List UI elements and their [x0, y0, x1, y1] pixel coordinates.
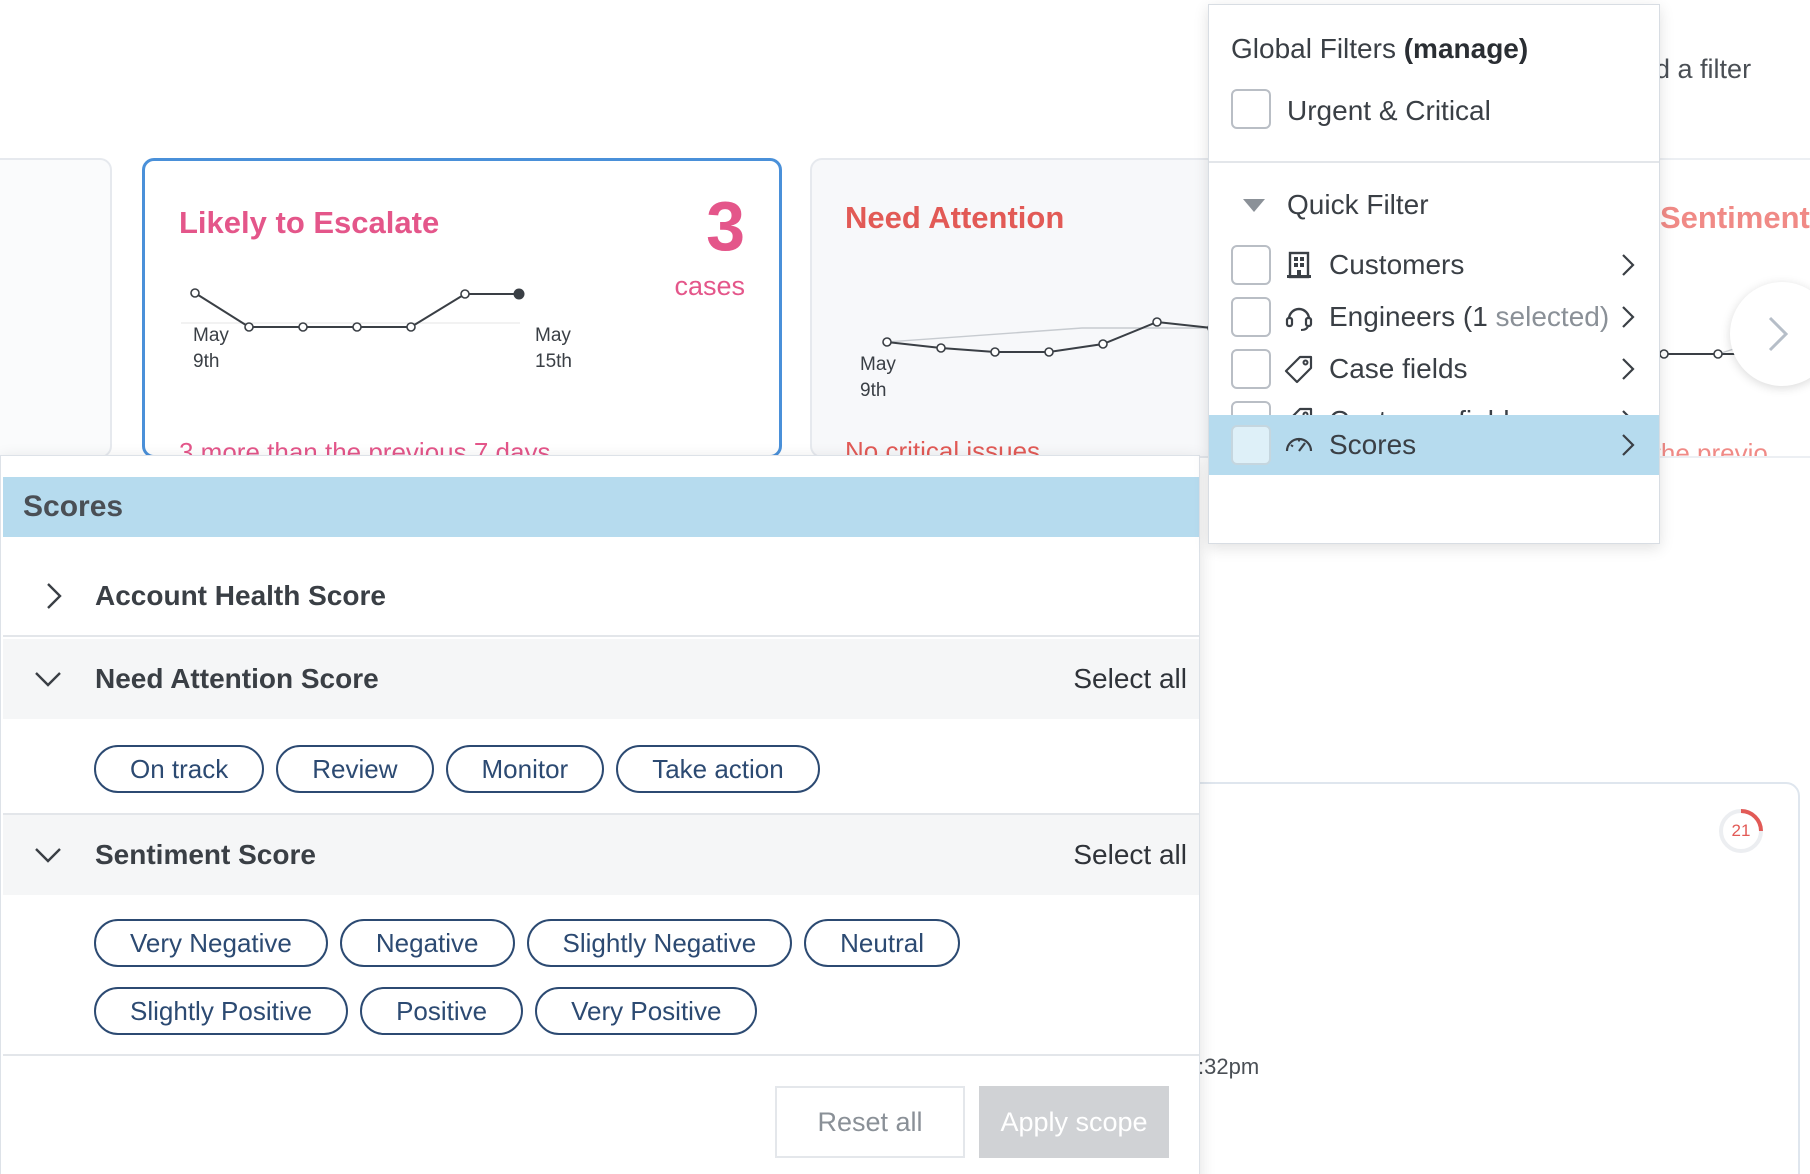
scores-panel: Scores Account Health Score Need Attenti… — [0, 455, 1200, 1174]
metric-card-likely-to-escalate[interactable]: Likely to Escalate 3 cases May 9th May 15t… — [142, 158, 782, 458]
score-ring-value: 21 — [1731, 821, 1751, 840]
filter-item-engineers[interactable]: Engineers (1 selected) — [1209, 287, 1659, 347]
filter-item-label: Customers — [1329, 249, 1465, 280]
filter-item-label: Scores — [1329, 429, 1417, 460]
sparkline-point — [352, 322, 362, 332]
chip-monitor[interactable]: Monitor — [445, 745, 605, 793]
headset-icon — [1285, 307, 1313, 331]
sparkline-point — [936, 343, 946, 353]
chip-positive[interactable]: Positive — [360, 987, 524, 1035]
sparkline-secondary-line — [886, 327, 1212, 343]
sparkline-point — [1659, 349, 1669, 359]
divider — [3, 1054, 1199, 1056]
checkbox[interactable] — [1231, 425, 1271, 465]
chip-negative[interactable]: Negative — [339, 919, 515, 967]
chevron-right-icon — [1622, 358, 1635, 380]
sparkline-point — [1098, 339, 1108, 349]
sparkline-start-label: May 9th — [860, 354, 896, 401]
chevron-right-icon — [1622, 434, 1635, 456]
scores-panel-header: Scores — [3, 477, 1199, 537]
section-account-health-score[interactable]: Account Health Score — [3, 557, 1199, 637]
apply-scope-button[interactable]: Apply scope — [979, 1086, 1169, 1158]
sparkline-point-latest — [513, 288, 525, 300]
sparkline-point — [1152, 317, 1162, 327]
case-card[interactable] — [1180, 782, 1800, 1174]
select-all-link[interactable]: Select all — [1073, 839, 1187, 871]
chevron-right-icon — [1622, 254, 1635, 276]
divider — [1209, 161, 1659, 163]
sparkline-start-label: May 9th — [193, 325, 229, 372]
chip-slightly-positive[interactable]: Slightly Positive — [94, 987, 349, 1035]
sparkline-point — [460, 289, 470, 299]
sparkline-point — [990, 347, 1000, 357]
chip-review[interactable]: Review — [276, 745, 434, 793]
sparkline-point — [1044, 347, 1054, 357]
checkbox[interactable] — [1231, 245, 1271, 285]
chip-slightly-negative[interactable]: Slightly Negative — [526, 919, 793, 967]
reset-all-button[interactable]: Reset all — [775, 1086, 965, 1158]
chip-take-action[interactable]: Take action — [616, 745, 820, 793]
chevron-right-icon — [1622, 306, 1635, 328]
filter-item-label: Case fields — [1329, 353, 1468, 384]
sparkline-chart — [882, 317, 1217, 357]
global-filters-title: Global Filters (manage) — [1231, 33, 1529, 64]
global-filters-dropdown: Global Filters (manage) Urgent & Critica… — [1208, 4, 1660, 544]
chevron-down-icon — [35, 848, 61, 863]
caret-down-icon[interactable] — [1243, 199, 1265, 212]
sparkline-point — [882, 337, 892, 347]
chevron-right-icon — [47, 583, 62, 609]
tag-icon — [1284, 355, 1313, 384]
metric-card-partial[interactable] — [0, 158, 112, 458]
case-timestamp: :32pm — [1198, 1054, 1260, 1079]
section-title: Sentiment Score — [95, 839, 316, 870]
sparkline-point — [298, 322, 308, 332]
quick-filter-label[interactable]: Quick Filter — [1287, 189, 1429, 221]
need-attention-chips: On track Review Monitor Take action — [94, 745, 1094, 793]
chip-on-track[interactable]: On track — [94, 745, 265, 793]
chip-very-negative[interactable]: Very Negative — [94, 919, 328, 967]
chevron-right-icon — [1768, 316, 1789, 352]
chip-neutral[interactable]: Neutral — [804, 919, 960, 967]
checkbox[interactable] — [1231, 349, 1271, 389]
section-sentiment-score[interactable]: Sentiment Score Select all — [3, 815, 1199, 895]
sentiment-chips: Very Negative Negative Slightly Negative… — [94, 919, 1094, 1035]
filter-item-label: Engineers (1 selected) — [1329, 301, 1610, 332]
section-need-attention-score[interactable]: Need Attention Score Select all — [3, 639, 1199, 719]
metric-card-need-attention[interactable]: Need Attention May 9th No critical issues — [810, 158, 1230, 458]
manage-link[interactable]: (manage) — [1404, 33, 1528, 64]
sparkline-line — [194, 292, 519, 328]
select-all-link[interactable]: Select all — [1073, 663, 1187, 695]
sparkline-point — [406, 322, 416, 332]
building-icon — [1287, 251, 1311, 279]
sparkline-point — [1713, 349, 1723, 359]
chevron-down-icon — [35, 672, 61, 687]
gauge-icon — [1285, 437, 1313, 452]
sparkline-end-label: May 15th — [535, 325, 572, 372]
section-title: Need Attention Score — [95, 663, 379, 694]
sparkline-point — [244, 322, 254, 332]
filter-item-customers[interactable]: Customers — [1209, 235, 1659, 295]
urgent-critical-checkbox[interactable] — [1231, 89, 1271, 129]
filter-item-case-fields[interactable]: Case fields — [1209, 339, 1659, 399]
section-title: Account Health Score — [95, 580, 386, 611]
checkbox[interactable] — [1231, 297, 1271, 337]
filter-item-scores[interactable]: Scores — [1209, 415, 1659, 475]
sparkline-chart — [181, 288, 525, 332]
sparkline-point — [190, 288, 200, 298]
chip-very-positive[interactable]: Very Positive — [535, 987, 758, 1035]
urgent-critical-label[interactable]: Urgent & Critical — [1287, 95, 1491, 127]
